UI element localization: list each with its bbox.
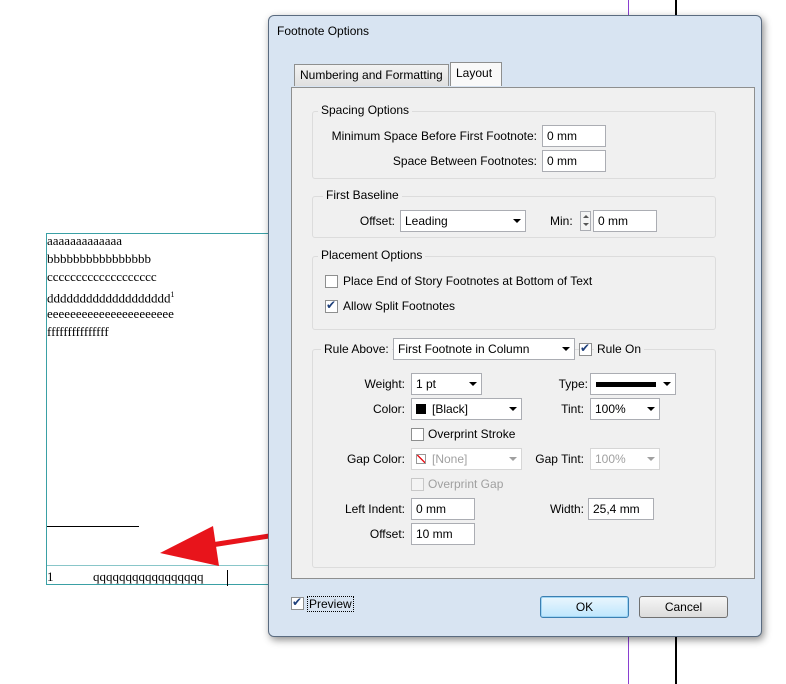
- gap-color-label: Gap Color:: [346, 452, 405, 466]
- preview-checkbox[interactable]: [291, 595, 304, 610]
- rule-above-value: First Footnote in Column: [398, 342, 530, 356]
- cancel-button[interactable]: Cancel: [639, 596, 728, 618]
- placement-options-group: [312, 256, 716, 330]
- baseline-offset-label: Offset:: [359, 214, 395, 228]
- min-space-label-text: Minimum Space Before First Footnote:: [331, 129, 537, 143]
- black-swatch: [416, 404, 426, 414]
- left-indent-field[interactable]: 0 mm: [411, 498, 475, 520]
- tab-layout[interactable]: Layout: [450, 62, 502, 86]
- overprint-gap-checkbox[interactable]: [411, 478, 424, 491]
- spacing-options-group: [312, 111, 716, 179]
- baseline-offset-value: Leading: [405, 214, 448, 228]
- layout-panel: Spacing Options Minimum Space Before Fir…: [291, 87, 755, 579]
- dialog-title: Footnote Options: [277, 24, 370, 38]
- rule-above-dropdown[interactable]: First Footnote in Column: [393, 338, 575, 360]
- rule-above-label: Rule Above:: [321, 342, 392, 356]
- end-of-story-label[interactable]: Place End of Story Footnotes at Bottom o…: [343, 274, 592, 288]
- tint-dropdown[interactable]: 100%: [590, 398, 660, 420]
- rule-offset-field[interactable]: 10 mm: [411, 523, 475, 545]
- chevron-down-icon: [513, 219, 521, 223]
- tab-numbering-and-formatting[interactable]: Numbering and Formatting: [294, 64, 449, 86]
- weight-value: 1 pt: [416, 377, 437, 391]
- weight-dropdown[interactable]: 1 pt: [411, 373, 482, 395]
- chevron-down-icon: [509, 407, 517, 411]
- baseline-min-label: Min:: [550, 214, 573, 228]
- preview-label[interactable]: Preview: [307, 596, 354, 612]
- baseline-min-stepper[interactable]: [580, 211, 591, 231]
- color-label: Color:: [372, 402, 405, 416]
- annotation-arrow-head: [160, 526, 219, 566]
- gap-color-value: [None]: [432, 452, 468, 466]
- type-line-swatch: [596, 382, 656, 387]
- space-between-label: Space Between Footnotes:: [312, 154, 537, 168]
- rule-on-label[interactable]: Rule On: [594, 342, 645, 356]
- left-indent-label: Left Indent:: [344, 502, 405, 516]
- gap-tint-value: 100%: [595, 452, 626, 466]
- placement-options-legend: Placement Options: [318, 248, 426, 262]
- overprint-stroke-label[interactable]: Overprint Stroke: [428, 427, 515, 441]
- chevron-down-icon: [469, 382, 477, 386]
- allow-split-checkbox[interactable]: [325, 298, 338, 313]
- min-space-field[interactable]: 0 mm: [542, 125, 606, 147]
- allow-split-label[interactable]: Allow Split Footnotes: [343, 299, 455, 313]
- spacing-options-legend: Spacing Options: [318, 103, 413, 117]
- first-baseline-legend: First Baseline: [323, 188, 402, 202]
- rule-offset-label: Offset:: [369, 527, 405, 541]
- baseline-offset-dropdown[interactable]: Leading: [400, 210, 526, 232]
- width-label: Width:: [549, 502, 584, 516]
- gap-tint-dropdown[interactable]: 100%: [590, 448, 660, 470]
- type-label: Type:: [558, 377, 588, 391]
- baseline-min-field[interactable]: 0 mm: [593, 210, 657, 232]
- color-dropdown[interactable]: [Black]: [411, 398, 522, 420]
- type-dropdown[interactable]: [590, 373, 676, 395]
- ok-button[interactable]: OK: [540, 596, 629, 618]
- chevron-down-icon: [647, 407, 655, 411]
- min-space-label: Minimum Space Before First Footnote:: [312, 129, 537, 143]
- footnote-options-dialog: Footnote Options Numbering and Formattin…: [268, 15, 762, 637]
- chevron-down-icon: [663, 382, 671, 386]
- color-value: [Black]: [432, 402, 469, 416]
- stepper-down-icon[interactable]: [583, 223, 589, 226]
- weight-label: Weight:: [364, 377, 405, 391]
- stepper-up-icon[interactable]: [583, 215, 589, 218]
- overprint-gap-label[interactable]: Overprint Gap: [428, 477, 503, 491]
- rule-on-checkbox[interactable]: [579, 341, 592, 356]
- gap-tint-label: Gap Tint:: [535, 452, 584, 466]
- space-between-field[interactable]: 0 mm: [542, 150, 606, 172]
- gap-color-dropdown[interactable]: [None]: [411, 448, 522, 470]
- chevron-down-icon: [509, 457, 517, 461]
- tint-value: 100%: [595, 402, 626, 416]
- space-between-label-text: Space Between Footnotes:: [392, 154, 537, 168]
- chevron-down-icon: [562, 347, 570, 351]
- overprint-stroke-checkbox[interactable]: [411, 428, 424, 441]
- tint-label: Tint:: [561, 402, 584, 416]
- width-field[interactable]: 25,4 mm: [588, 498, 654, 520]
- none-swatch-icon: [416, 454, 426, 464]
- end-of-story-checkbox[interactable]: [325, 275, 338, 288]
- chevron-down-icon: [647, 457, 655, 461]
